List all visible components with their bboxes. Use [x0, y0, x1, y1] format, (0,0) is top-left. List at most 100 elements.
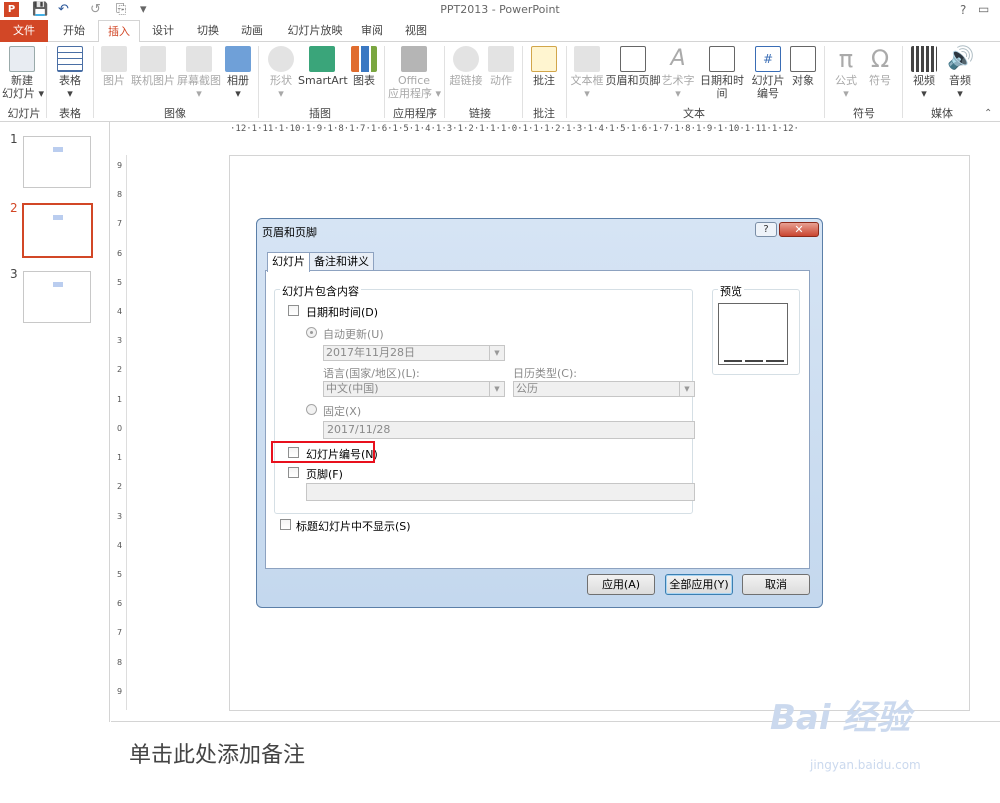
slide-number-1: 1: [10, 132, 18, 146]
apply-button[interactable]: 应用(A): [587, 574, 655, 595]
equation-button[interactable]: π 公式 ▾: [830, 46, 862, 100]
textbox-button[interactable]: 文本框 ▾: [570, 46, 604, 100]
ribbon-display-options-icon[interactable]: ▭: [978, 2, 989, 16]
help-icon[interactable]: ?: [960, 3, 966, 17]
tab-file[interactable]: 文件: [0, 20, 48, 42]
slide-thumbnail-3[interactable]: [23, 271, 91, 323]
slide-thumbnail-2[interactable]: [22, 203, 93, 258]
office-apps-label: Office 应用程序 ▾: [388, 74, 442, 100]
photo-album-button[interactable]: 相册 ▾: [224, 46, 252, 100]
tab-insert[interactable]: 插入: [98, 20, 140, 43]
auto-update-radio[interactable]: [306, 327, 317, 338]
footer-checkbox[interactable]: [288, 467, 299, 478]
group-divider: [384, 46, 385, 118]
audio-button[interactable]: 🔊 音频 ▾: [944, 46, 976, 100]
pi-icon: π: [838, 45, 854, 73]
dialog-tab-slide[interactable]: 幻灯片: [267, 252, 310, 272]
vertical-ruler-tick-label: 3: [117, 336, 123, 346]
tab-animations[interactable]: 动画: [232, 20, 272, 42]
object-button[interactable]: 对象: [788, 46, 818, 87]
smartart-icon: [309, 46, 335, 72]
tab-design[interactable]: 设计: [144, 20, 182, 42]
tab-slideshow[interactable]: 幻灯片放映: [280, 20, 350, 42]
date-time-button[interactable]: 日期和时间: [696, 46, 748, 100]
smartart-button[interactable]: SmartArt: [298, 46, 348, 87]
dialog-close-button[interactable]: ✕: [779, 222, 819, 237]
calendar-type-label: 日历类型(C):: [513, 367, 577, 380]
table-button[interactable]: 表格 ▾: [52, 46, 88, 100]
comment-button[interactable]: 批注: [528, 46, 560, 87]
symbol-button[interactable]: Ω 符号: [864, 46, 896, 87]
date-format-value: 2017年11月28日: [326, 346, 415, 359]
comment-icon: [531, 46, 557, 72]
smartart-label: SmartArt: [298, 74, 348, 87]
chart-button[interactable]: 图表: [350, 46, 378, 87]
group-divider: [522, 46, 523, 118]
preview-date-placeholder: [724, 360, 742, 362]
slide-number-3: 3: [10, 267, 18, 281]
tab-view[interactable]: 视图: [396, 20, 436, 42]
apply-all-button[interactable]: 全部应用(Y): [665, 574, 733, 595]
symbol-label: 符号: [869, 74, 891, 87]
table-label: 表格 ▾: [59, 74, 81, 100]
footer-input[interactable]: [306, 483, 695, 501]
notes-placeholder[interactable]: 单击此处添加备注: [129, 737, 305, 769]
office-apps-button[interactable]: Office 应用程序 ▾: [388, 46, 442, 100]
online-pictures-label: 联机图片: [131, 74, 175, 87]
camera-icon: [186, 46, 212, 72]
textbox-icon: [574, 46, 600, 72]
chart-label: 图表: [353, 74, 375, 87]
online-pictures-icon: [140, 46, 166, 72]
fixed-date-radio[interactable]: [306, 404, 317, 415]
shapes-button[interactable]: 形状 ▾: [266, 46, 296, 100]
language-select[interactable]: 中文(中国) ▼: [323, 381, 505, 397]
office-apps-icon: [401, 46, 427, 72]
auto-update-label: 自动更新(U): [323, 328, 384, 341]
screenshot-button[interactable]: 屏幕截图 ▾: [176, 46, 222, 100]
dialog-help-button[interactable]: ?: [755, 222, 777, 237]
cancel-button[interactable]: 取消: [742, 574, 810, 595]
globe-icon: [453, 46, 479, 72]
slide-thumbnail-1[interactable]: [23, 136, 91, 188]
group-slides: 幻灯片: [7, 107, 41, 120]
video-button[interactable]: 视频 ▾: [906, 46, 942, 100]
hide-on-title-slide-checkbox[interactable]: [280, 519, 291, 530]
shapes-label: 形状 ▾: [270, 74, 292, 100]
slide-thumbnail-pane: 1 2 3: [0, 122, 110, 722]
equation-label: 公式 ▾: [835, 74, 857, 100]
group-tables: 表格: [59, 107, 81, 120]
speaker-icon: 🔊: [947, 46, 975, 71]
dialog-tab-notes-handouts[interactable]: 备注和讲义: [309, 252, 374, 271]
action-button[interactable]: 动作: [486, 46, 516, 87]
picture-button[interactable]: 图片: [98, 46, 130, 87]
header-footer-button[interactable]: 页眉和页脚: [605, 46, 661, 87]
group-apps: 应用程序: [393, 107, 437, 120]
collapse-ribbon-icon[interactable]: ⌃: [984, 108, 992, 119]
film-icon: [911, 46, 937, 72]
vertical-ruler-tick-label: 7: [117, 628, 123, 638]
new-slide-button[interactable]: 新建 幻灯片 ▾: [2, 46, 44, 100]
vertical-ruler-tick-label: 6: [117, 248, 123, 258]
wordart-button[interactable]: A 艺术字 ▾: [661, 46, 695, 100]
thumbnail-placeholder: [53, 282, 63, 287]
date-time-label: 日期和时间: [700, 74, 744, 100]
date-format-select[interactable]: 2017年11月28日 ▼: [323, 345, 505, 361]
ribbon-tab-bar: 文件 开始 插入 设计 切换 动画 幻灯片放映 审阅 视图: [0, 20, 1000, 43]
preview-footer-placeholder: [745, 360, 763, 362]
header-footer-icon: [620, 46, 646, 72]
group-media: 媒体: [931, 107, 953, 120]
vertical-ruler-tick-label: 9: [117, 686, 123, 696]
tab-review[interactable]: 审阅: [356, 20, 388, 42]
slide-number-button[interactable]: # 幻灯片 编号: [750, 46, 786, 100]
tab-home[interactable]: 开始: [54, 20, 94, 42]
comment-label: 批注: [533, 74, 555, 87]
fixed-date-input[interactable]: 2017/11/28: [323, 421, 695, 439]
ribbon: 新建 幻灯片 ▾ 表格 ▾ 图片 联机图片 屏幕截图 ▾ 相册 ▾ 形状 ▾ S…: [0, 42, 1000, 122]
tab-transitions[interactable]: 切换: [188, 20, 228, 42]
hyperlink-button[interactable]: 超链接: [448, 46, 484, 87]
date-time-checkbox[interactable]: [288, 305, 299, 316]
online-pictures-button[interactable]: 联机图片: [130, 46, 176, 87]
omega-icon: Ω: [870, 45, 890, 73]
footer-label: 页脚(F): [306, 468, 343, 481]
calendar-type-select[interactable]: 公历 ▼: [513, 381, 695, 397]
